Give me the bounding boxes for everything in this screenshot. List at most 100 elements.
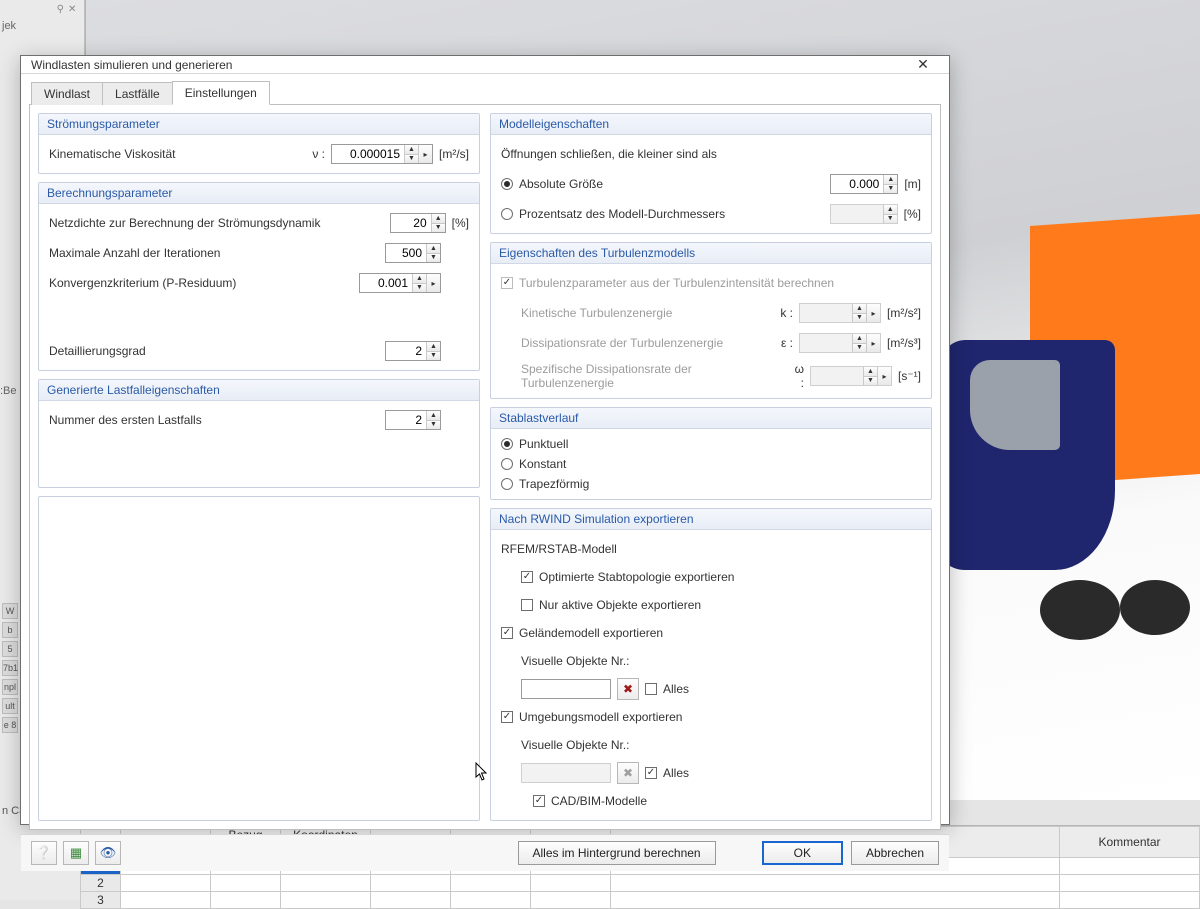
check-active-only[interactable]: Nur aktive Objekte exportieren (521, 598, 701, 612)
check-cad-bim[interactable]: CAD/BIM-Modelle (533, 794, 647, 808)
left-column: Strömungsparameter Kinematische Viskosit… (38, 113, 480, 821)
kin-turb-label: Kinetische Turbulenzenergie (521, 306, 771, 320)
tab-einstellungen[interactable]: Einstellungen (172, 81, 270, 105)
delete-icon: ✖ (617, 762, 639, 784)
group-empty (38, 496, 480, 821)
spin-up-icon[interactable]: ▲ (405, 145, 418, 154)
spin-down-icon[interactable]: ▼ (432, 223, 445, 233)
check-opt-topology[interactable]: Optimierte Stabtopologie exportieren (521, 570, 734, 584)
spin-up-icon[interactable]: ▲ (427, 244, 440, 253)
strip-icon: 5 (2, 641, 18, 657)
spin-up-icon[interactable]: ▲ (427, 411, 440, 420)
check-all-2[interactable]: Alles (645, 766, 689, 780)
mesh-density-label: Netzdichte zur Berechnung der Strömungsd… (49, 216, 384, 230)
spin-down-icon: ▼ (884, 214, 897, 224)
sidebar-close-icon[interactable]: ✕ (68, 4, 78, 14)
radio-absolute-size[interactable]: Absolute Größe (501, 177, 603, 191)
step-right-icon[interactable]: ▸ (426, 274, 440, 292)
spec-diss-input: ▲▼▸ (810, 366, 892, 386)
strip-icon: b (2, 622, 18, 638)
group-header: Eigenschaften des Turbulenzmodells (491, 243, 931, 264)
visual-objects-label-2: Visuelle Objekte Nr.: (521, 738, 630, 752)
conv-crit-input[interactable]: ▲▼ ▸ (359, 273, 441, 293)
diss-rate-label: Dissipationsrate der Turbulenzenergie (521, 336, 771, 350)
tab-panel-settings: Strömungsparameter Kinematische Viskosit… (29, 104, 941, 830)
group-header: Berechnungsparameter (39, 183, 479, 204)
step-right-icon[interactable]: ▸ (418, 145, 432, 163)
viscosity-symbol: ν : (309, 147, 325, 161)
tab-windlast[interactable]: Windlast (31, 82, 103, 105)
sidebar-text: :Be (0, 385, 17, 397)
viscosity-input[interactable]: ▲▼ ▸ (331, 144, 433, 164)
spin-up-icon[interactable]: ▲ (413, 274, 426, 283)
group-calc-params: Berechnungsparameter Netzdichte zur Bere… (38, 182, 480, 371)
spin-up-icon: ▲ (884, 205, 897, 214)
mesh-density-unit: [%] (452, 216, 469, 230)
spin-down-icon[interactable]: ▼ (427, 351, 440, 361)
percent-size-unit: [%] (904, 207, 921, 221)
sidebar-pin-icon[interactable]: ⚲ (57, 4, 64, 15)
check-env-model[interactable]: Umgebungsmodell exportieren (501, 710, 682, 724)
viscosity-unit: [m²/s] (439, 147, 469, 161)
background-calc-button[interactable]: Alles im Hintergrund berechnen (518, 841, 716, 865)
group-turbulence: Eigenschaften des Turbulenzmodells Turbu… (490, 242, 932, 399)
left-icon-strip: W b 5 7b1 npl ult e 8 (0, 600, 20, 736)
absolute-size-unit: [m] (904, 177, 921, 191)
spin-down-icon[interactable]: ▼ (427, 253, 440, 263)
strip-icon: W (2, 603, 18, 619)
group-flow-params: Strömungsparameter Kinematische Viskosit… (38, 113, 480, 174)
calculator-icon[interactable]: ▦ (63, 841, 89, 865)
absolute-size-input[interactable]: ▲▼ (830, 174, 898, 194)
dialog-title: Windlasten simulieren und generieren (31, 58, 903, 72)
first-loadcase-label: Nummer des ersten Lastfalls (49, 413, 379, 427)
detail-label: Detaillierungsgrad (49, 344, 379, 358)
delete-icon[interactable]: ✖ (617, 678, 639, 700)
tab-strip: Windlast Lastfälle Einstellungen (29, 80, 941, 104)
group-header: Nach RWIND Simulation exportieren (491, 509, 931, 530)
spin-down-icon[interactable]: ▼ (884, 184, 897, 194)
th-kommentar[interactable]: Kommentar (1060, 827, 1200, 858)
diss-rate-input: ▲▼▸ (799, 333, 881, 353)
right-column: Modelleigenschaften Öffnungen schließen,… (490, 113, 932, 821)
radio-percent-size[interactable]: Prozentsatz des Modell-Durchmessers (501, 207, 725, 221)
percent-size-input: ▲▼ (830, 204, 898, 224)
kin-turb-input: ▲▼▸ (799, 303, 881, 323)
spin-down-icon[interactable]: ▼ (427, 420, 440, 430)
close-button[interactable]: ✕ (903, 56, 943, 73)
visual-objects-input-1[interactable] (521, 679, 611, 699)
spin-down-icon[interactable]: ▼ (413, 283, 426, 293)
tab-lastfaelle[interactable]: Lastfälle (102, 82, 173, 105)
table-row[interactable]: 2 (81, 875, 1200, 892)
first-loadcase-input[interactable]: ▲▼ (385, 410, 441, 430)
help-icon[interactable]: ❔ (31, 841, 57, 865)
detail-input[interactable]: ▲▼ (385, 341, 441, 361)
cancel-button[interactable]: Abbrechen (851, 841, 939, 865)
close-openings-label: Öffnungen schließen, die kleiner sind al… (501, 147, 921, 161)
group-header: Generierte Lastfalleigenschaften (39, 380, 479, 401)
group-header: Strömungsparameter (39, 114, 479, 135)
table-row[interactable]: 3 (81, 892, 1200, 909)
check-terrain-model[interactable]: Geländemodell exportieren (501, 626, 663, 640)
group-header: Modelleigenschaften (491, 114, 931, 135)
spin-down-icon[interactable]: ▼ (405, 154, 418, 164)
spin-up-icon[interactable]: ▲ (432, 214, 445, 223)
strip-icon: ult (2, 698, 18, 714)
group-model-props: Modelleigenschaften Öffnungen schließen,… (490, 113, 932, 234)
dialog-titlebar[interactable]: Windlasten simulieren und generieren ✕ (21, 56, 949, 74)
spin-up-icon[interactable]: ▲ (427, 342, 440, 351)
truck-model (920, 220, 1200, 640)
viscosity-label: Kinematische Viskosität (49, 147, 303, 161)
check-all-1[interactable]: Alles (645, 682, 689, 696)
spin-up-icon[interactable]: ▲ (884, 175, 897, 184)
ok-button[interactable]: OK (762, 841, 843, 865)
radio-konstant[interactable]: Konstant (501, 457, 921, 471)
max-iter-input[interactable]: ▲▼ (385, 243, 441, 263)
visual-objects-label-1: Visuelle Objekte Nr.: (521, 654, 630, 668)
group-stablast: Stablastverlauf Punktuell Konstant Trape… (490, 407, 932, 500)
radio-trapez[interactable]: Trapezförmig (501, 477, 921, 491)
wind-simulation-dialog: Windlasten simulieren und generieren ✕ W… (20, 55, 950, 825)
radio-punktuell[interactable]: Punktuell (501, 437, 921, 451)
eye-icon[interactable]: 👁 (95, 841, 121, 865)
strip-icon: npl (2, 679, 18, 695)
mesh-density-input[interactable]: ▲▼ (390, 213, 446, 233)
